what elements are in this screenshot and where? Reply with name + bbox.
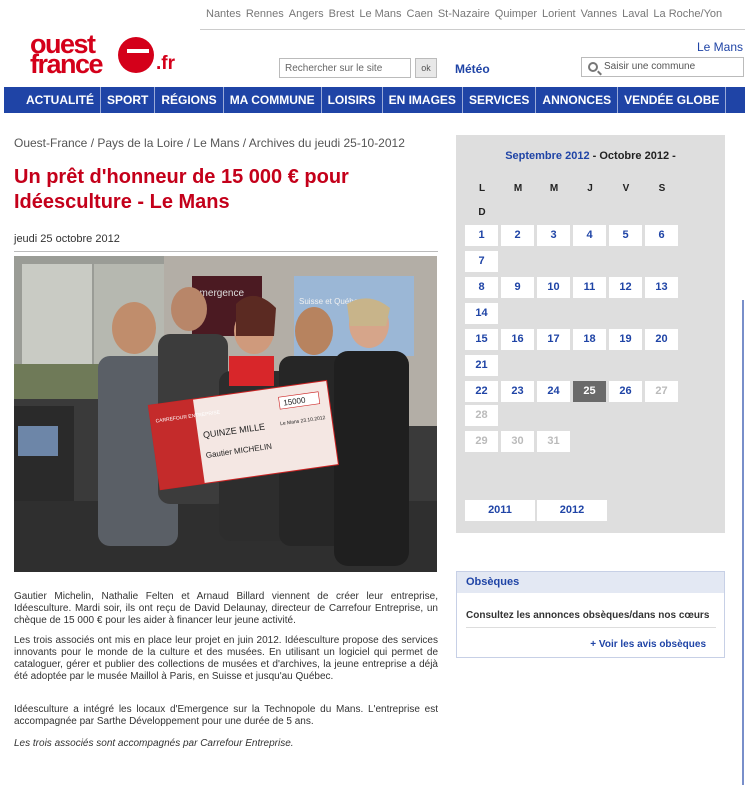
commune-search-input[interactable]: Saisir une commune [581, 57, 744, 77]
calendar-day[interactable]: 12 [609, 277, 642, 298]
nav-item[interactable]: VENDÉE GLOBE [618, 87, 727, 113]
calendar-day[interactable]: 14 [465, 303, 498, 324]
calendar-day[interactable]: 17 [537, 329, 570, 350]
meteo-label[interactable]: Météo [455, 62, 490, 76]
calendar-day[interactable]: 26 [609, 381, 642, 402]
article-date: jeudi 25 octobre 2012 [14, 233, 120, 245]
divider [14, 251, 438, 252]
calendar-day[interactable]: 3 [537, 225, 570, 246]
calendar-day[interactable]: 21 [465, 355, 498, 376]
calendar-day: 30 [501, 431, 534, 452]
article-photo: emergence Suisse et Québec CARREFOUR ENT… [14, 256, 437, 572]
city-links: Nantes Rennes Angers Brest Le Mans Caen St-Naz… [200, 8, 745, 30]
city-link[interactable]: Angers [289, 8, 324, 20]
article-paragraph: Les trois associés ont mis en place leur… [14, 635, 438, 682]
calendar-day[interactable]: 2 [501, 225, 534, 246]
nav-item[interactable]: RÉGIONS [155, 87, 224, 113]
calendar-day[interactable]: 23 [501, 381, 534, 402]
current-city-link[interactable]: Le Mans [697, 40, 743, 54]
calendar-day[interactable]: 19 [609, 329, 642, 350]
search-icon [588, 62, 598, 72]
site-search-input[interactable]: Rechercher sur le site [279, 58, 411, 78]
calendar-day[interactable]: 24 [537, 381, 570, 402]
city-link[interactable]: Quimper [495, 8, 537, 20]
weekday-label: M [549, 183, 559, 194]
obseques-title: Obsèques [457, 572, 724, 593]
ouest-france-logo[interactable]: ouest france .fr [30, 31, 180, 79]
weekday-label: S [658, 183, 666, 194]
calendar-day: 31 [537, 431, 570, 452]
current-month: Octobre 2012 [599, 150, 670, 162]
calendar-day: 28 [465, 405, 498, 426]
calendar-header: Septembre 2012 - Octobre 2012 - [456, 150, 725, 162]
nav-item[interactable]: ACTUALITÉ [4, 87, 101, 113]
year-link[interactable]: 2011 [465, 500, 535, 521]
year-link[interactable]: 2012 [537, 500, 607, 521]
nav-item[interactable]: SPORT [101, 87, 156, 113]
calendar-day[interactable]: 16 [501, 329, 534, 350]
month-separator: - [669, 150, 676, 162]
city-link[interactable]: Brest [329, 8, 355, 20]
logo-tld: .fr [156, 53, 175, 74]
scrollbar[interactable] [742, 300, 744, 785]
weekday-label: L [478, 183, 486, 194]
commune-placeholder: Saisir une commune [604, 61, 696, 72]
calendar-day[interactable]: 18 [573, 329, 606, 350]
article-paragraph: Idéesculture a intégré les locaux d'Emer… [14, 704, 438, 727]
calendar-day[interactable]: 11 [573, 277, 606, 298]
calendar-day[interactable]: 13 [645, 277, 678, 298]
calendar-day[interactable]: 6 [645, 225, 678, 246]
city-link[interactable]: La Roche/Yon [653, 8, 722, 20]
city-link[interactable]: Nantes [206, 8, 241, 20]
city-link[interactable]: Lorient [542, 8, 576, 20]
logo-mark-icon [118, 37, 154, 73]
obseques-text[interactable]: Consultez les annonces obsèques/dans nos… [466, 610, 709, 621]
city-link[interactable]: St-Nazaire [438, 8, 490, 20]
nav-item[interactable]: LOISIRS [322, 87, 383, 113]
weekday-label: V [622, 183, 630, 194]
obseques-link[interactable]: + Voir les avis obsèques [590, 639, 706, 650]
breadcrumb[interactable]: Ouest-France / Pays de la Loire / Le Man… [14, 136, 405, 150]
nav-item[interactable]: EN IMAGES [383, 87, 463, 113]
obseques-box: Obsèques Consultez les annonces obsèques… [456, 571, 725, 658]
logo-text-france: france [30, 49, 104, 79]
nav-item[interactable]: MA COMMUNE [224, 87, 322, 113]
article-paragraph: Gautier Michelin, Nathalie Felten et Arn… [14, 591, 438, 626]
calendar-day[interactable]: 22 [465, 381, 498, 402]
city-link[interactable]: Vannes [581, 8, 618, 20]
calendar-day[interactable]: 8 [465, 277, 498, 298]
calendar-day[interactable]: 1 [465, 225, 498, 246]
calendar-day[interactable]: 4 [573, 225, 606, 246]
calendar-day[interactable]: 9 [501, 277, 534, 298]
weekday-label: J [587, 183, 593, 194]
article-caption: Les trois associés sont accompagnés par … [14, 738, 294, 749]
archive-calendar: Septembre 2012 - Octobre 2012 - L M M J V S D 1… [456, 135, 725, 533]
weekday-label: D [478, 207, 486, 218]
main-nav: ACTUALITÉ SPORT RÉGIONS MA COMMUNE LOISIRS EN… [4, 87, 745, 113]
calendar-day[interactable]: 10 [537, 277, 570, 298]
divider [466, 627, 716, 628]
article-title: Un prêt d'honneur de 15 000 € pour Idées… [14, 166, 349, 213]
city-link[interactable]: Rennes [246, 8, 284, 20]
calendar-day[interactable]: 25 [573, 381, 606, 402]
city-link[interactable]: Caen [407, 8, 433, 20]
calendar-day[interactable]: 5 [609, 225, 642, 246]
prev-month-link[interactable]: Septembre 2012 [505, 150, 589, 162]
calendar-day: 29 [465, 431, 498, 452]
nav-item[interactable]: ANNONCES [536, 87, 619, 113]
calendar-day: 27 [645, 381, 678, 402]
calendar-day[interactable]: 20 [645, 329, 678, 350]
nav-item[interactable]: SERVICES [463, 87, 537, 113]
search-ok-button[interactable]: ok [415, 58, 437, 78]
city-link[interactable]: Le Mans [359, 8, 401, 20]
city-link[interactable]: Laval [622, 8, 648, 20]
calendar-day[interactable]: 15 [465, 329, 498, 350]
month-separator: - [589, 150, 600, 162]
weekday-label: M [513, 183, 523, 194]
calendar-day[interactable]: 7 [465, 251, 498, 272]
